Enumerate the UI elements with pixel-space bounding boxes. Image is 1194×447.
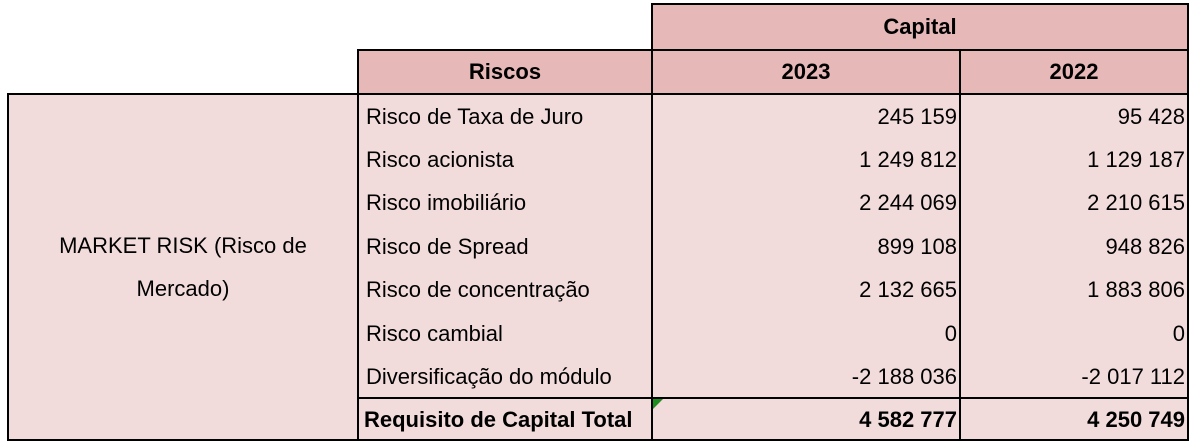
year-2023-label: 2023 [781, 59, 831, 84]
row-label: Risco cambial [366, 320, 503, 346]
row-label: Risco imobiliário [366, 190, 527, 215]
row-label: Risco de Spread [366, 233, 529, 259]
row-value-2023: 2 244 069 [859, 190, 957, 215]
year-2022-header: 2022 [960, 50, 1188, 94]
row-label: Diversificação do módulo [366, 363, 612, 389]
border-riscos-left [357, 49, 359, 441]
riscos-header-label: Riscos [468, 59, 542, 84]
border-2022-left [959, 49, 961, 441]
row-value-2022: 2 210 615 [1087, 190, 1185, 215]
total-label: Requisito de Capital Total [364, 406, 633, 432]
row-label: Risco de Taxa de Juro [366, 103, 584, 129]
capital-header-label: Capital [883, 14, 957, 39]
border-2023-left [651, 3, 653, 441]
border-bottom [7, 439, 1189, 441]
border-left [7, 93, 9, 441]
row-value-2023: -2 188 036 [851, 363, 957, 389]
year-2023-header: 2023 [652, 50, 960, 94]
total-value-2023: 4 582 777 [859, 406, 957, 432]
border-above-total [358, 397, 1189, 399]
row-value-2023: 0 [944, 320, 957, 346]
riscos-header: Riscos [358, 50, 652, 94]
market-risk-group-label: MARKET RISK (Risco de Mercado) [8, 94, 358, 440]
total-value-2022: 4 250 749 [1087, 406, 1185, 432]
row-value-2023: 2 132 665 [859, 277, 957, 302]
row-value-2022: 95 428 [1117, 103, 1185, 129]
row-value-2022: -2 017 112 [1081, 363, 1185, 389]
row-value-2022: 948 826 [1105, 233, 1185, 259]
border-under-header [7, 93, 1189, 95]
cell-comment-marker [652, 398, 664, 410]
row-value-2022: 1 883 806 [1087, 277, 1185, 302]
row-value-2023: 899 108 [877, 233, 957, 259]
year-2022-label: 2022 [1049, 59, 1099, 84]
row-value-2022: 0 [1172, 320, 1185, 346]
row-value-2023: 245 159 [877, 103, 957, 129]
border-right [1187, 3, 1189, 441]
row-label: Risco acionista [366, 146, 514, 172]
border-under-capital [358, 49, 1189, 51]
border-top-capital [651, 3, 1189, 5]
row-value-2023: 1 249 812 [859, 146, 957, 172]
row-label: Risco de concentração [366, 277, 590, 302]
row-value-2022: 1 129 187 [1087, 146, 1185, 172]
capital-header: Capital [652, 4, 1188, 50]
